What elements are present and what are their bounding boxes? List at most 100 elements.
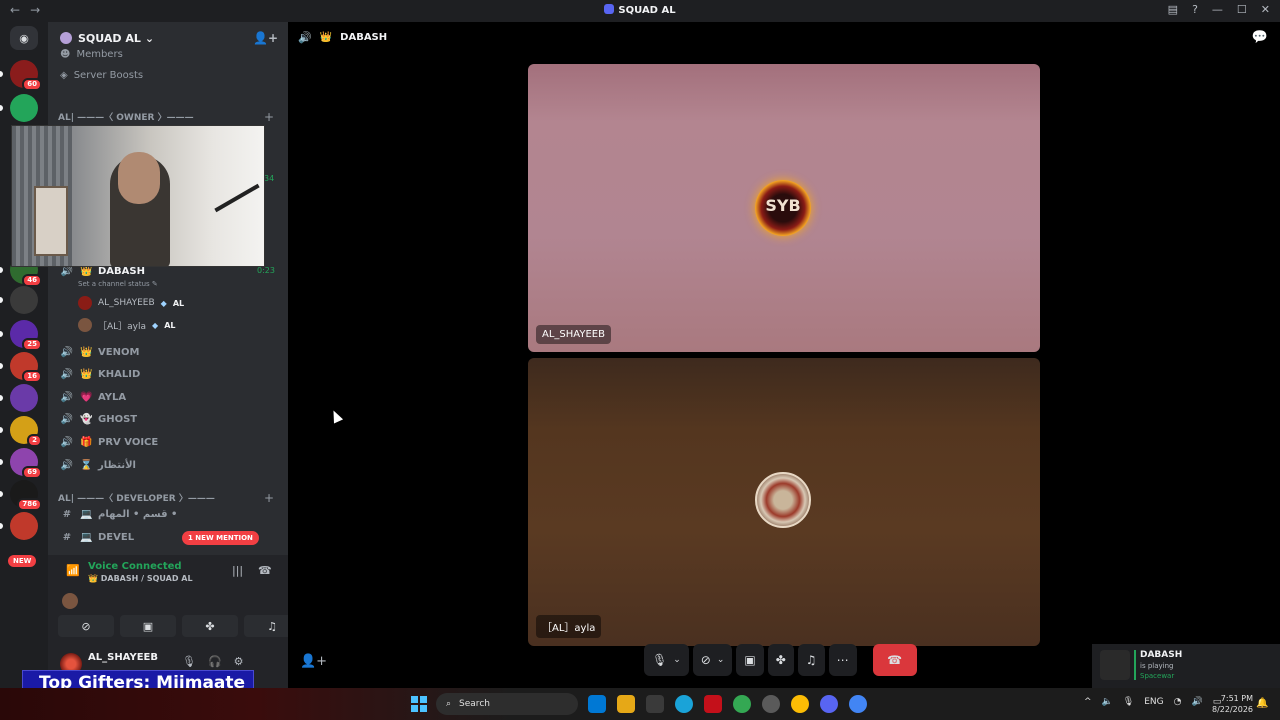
- microphone-icon[interactable]: 🎙: [1123, 697, 1134, 707]
- help-icon[interactable]: ?: [1192, 3, 1198, 16]
- category-developer[interactable]: AL| ———〈 DEVELOPER 〉——— +: [58, 491, 274, 505]
- unread-indicator: [0, 331, 3, 337]
- notification-icon[interactable]: 🔔: [1256, 698, 1268, 709]
- maximize-button[interactable]: ☐: [1237, 3, 1247, 16]
- unread-indicator: [0, 395, 3, 401]
- discord-icon[interactable]: ◉: [10, 26, 38, 50]
- crown-icon: 👑: [319, 32, 333, 43]
- mute-button[interactable]: 🎙 ⌄: [644, 644, 689, 676]
- category-owner[interactable]: AL| ———〈 OWNER 〉——— +: [58, 110, 274, 124]
- add-channel-icon[interactable]: +: [264, 110, 274, 124]
- signal-icon[interactable]: 📶: [66, 564, 80, 577]
- minimize-button[interactable]: —: [1212, 3, 1223, 16]
- voice-channel[interactable]: 🔊 🎁 PRV VOICE: [60, 432, 280, 452]
- server-icon[interactable]: 25: [10, 320, 42, 351]
- camera-off-icon: ⊘: [700, 653, 711, 667]
- voice-status[interactable]: Voice Connected: [88, 561, 182, 572]
- text-channel[interactable]: # 💻 قسم • المهام •: [60, 504, 280, 524]
- new-badge[interactable]: NEW: [8, 555, 37, 567]
- headphones-icon[interactable]: 🎧: [208, 655, 222, 668]
- chat-icon[interactable]: 💬: [1252, 30, 1268, 45]
- disconnect-icon[interactable]: ☎: [258, 564, 272, 577]
- hang-up-button[interactable]: ☎: [872, 644, 917, 676]
- mention-badge: 2: [27, 434, 42, 447]
- server-icon[interactable]: [10, 94, 38, 122]
- more-options-button[interactable]: ⋯: [828, 644, 857, 676]
- voice-channel[interactable]: 🔊 👑 VENOM: [60, 342, 280, 362]
- volume-icon[interactable]: 🔈: [1102, 697, 1113, 707]
- taskview-icon[interactable]: [588, 695, 606, 713]
- screen-share-button[interactable]: ▣: [120, 615, 176, 637]
- channel-name: DEVEL: [98, 531, 135, 543]
- widgets-icon[interactable]: [617, 695, 635, 713]
- chrome-icon[interactable]: [791, 695, 809, 713]
- camera-off-button[interactable]: ⊘: [58, 615, 114, 637]
- system-tray: ^ 🔈 🎙 ENG ◔ 🔊 ▭: [1084, 697, 1221, 707]
- add-channel-icon[interactable]: +: [264, 491, 274, 505]
- server-icon: [60, 32, 72, 44]
- voice-channel[interactable]: 🔊 👻 GHOST: [60, 410, 280, 430]
- camera-button[interactable]: ⊘ ⌄: [692, 644, 733, 676]
- server-boosts-row[interactable]: ◈ Server Boosts: [60, 70, 143, 81]
- set-status-link[interactable]: Set a channel status ✎: [78, 280, 158, 288]
- new-mention-pill[interactable]: 1 NEW MENTION: [182, 531, 259, 545]
- gear-icon[interactable]: ⚙: [234, 655, 244, 668]
- server-icon[interactable]: [10, 512, 38, 540]
- chrome-icon[interactable]: [849, 695, 867, 713]
- gem-icon: ◆: [160, 298, 167, 308]
- add-member-icon[interactable]: 👤+: [253, 31, 278, 45]
- server-icon[interactable]: [10, 384, 38, 412]
- store-icon[interactable]: [646, 695, 664, 713]
- voice-channel[interactable]: 🔊 💗 AYLA: [60, 387, 280, 407]
- wifi-icon[interactable]: ◔: [1174, 697, 1182, 707]
- speaker-icon[interactable]: 🔊: [1191, 697, 1202, 707]
- server-icon[interactable]: 69: [10, 448, 42, 479]
- app-icon[interactable]: [762, 695, 780, 713]
- server-icon[interactable]: 60: [10, 60, 42, 91]
- username[interactable]: AL_SHAYEEB: [88, 652, 158, 663]
- voice-user[interactable]: AL_SHAYEEB ◆ AL: [78, 296, 184, 310]
- activity-game: Spacewar: [1140, 672, 1175, 680]
- inbox-icon[interactable]: ▤: [1168, 3, 1178, 16]
- soundboard-button[interactable]: ♫: [797, 644, 825, 676]
- microphone-icon[interactable]: 🎙: [182, 655, 196, 668]
- invite-user-icon[interactable]: 👤+: [300, 654, 327, 669]
- close-button[interactable]: ✕: [1261, 3, 1270, 16]
- server-icon[interactable]: 786: [10, 480, 42, 511]
- unread-indicator: [0, 71, 3, 77]
- mention-badge: 46: [22, 274, 42, 287]
- edge-icon[interactable]: [675, 695, 693, 713]
- members-row[interactable]: ☻ Members: [60, 49, 123, 60]
- voice-channel[interactable]: 🔊 ⌛ الأنتظار: [60, 455, 280, 475]
- hash-icon: #: [62, 508, 72, 520]
- participant-tile[interactable]: ［AL］ayla: [528, 358, 1040, 646]
- language-indicator[interactable]: ENG: [1144, 697, 1163, 707]
- channel-emoji: 👑: [80, 369, 93, 381]
- speaker-icon: 🔊: [60, 436, 74, 448]
- windows-start-icon[interactable]: [411, 696, 427, 712]
- screen-share-button[interactable]: ▣: [736, 644, 764, 676]
- server-icon[interactable]: 16: [10, 352, 42, 383]
- server-icon[interactable]: [10, 286, 38, 314]
- participant-tile[interactable]: SYB AL_SHAYEEB: [528, 64, 1040, 352]
- taskbar-clock[interactable]: 7:51 PM 8/22/2026: [1212, 693, 1253, 715]
- discord-icon[interactable]: [820, 695, 838, 713]
- mention-badge: 786: [17, 498, 42, 511]
- voice-user-avatar[interactable]: [62, 593, 78, 609]
- voice-channel[interactable]: 🔊 👑 KHALID: [60, 365, 280, 385]
- unread-indicator: [0, 297, 3, 303]
- screen-share-icon: ▣: [142, 619, 154, 633]
- chevron-up-icon[interactable]: ^: [1084, 697, 1092, 707]
- activities-button[interactable]: ✤: [182, 615, 238, 637]
- taskbar-search[interactable]: ⌕ Search: [436, 693, 578, 715]
- noise-suppression-icon[interactable]: |||: [232, 564, 243, 577]
- voice-user[interactable]: ［AL］ayla ◆ AL: [78, 318, 175, 332]
- netflix-icon[interactable]: [704, 695, 722, 713]
- server-icon[interactable]: 2: [10, 416, 42, 447]
- chrome-icon[interactable]: [733, 695, 751, 713]
- streamer-head: [118, 152, 160, 204]
- activities-button[interactable]: ✤: [767, 644, 794, 676]
- channel-emoji: 💗: [80, 391, 93, 403]
- game-activity-card[interactable]: DABASH is playing Spacewar: [1092, 644, 1280, 688]
- speaker-icon: 🔊: [60, 414, 74, 426]
